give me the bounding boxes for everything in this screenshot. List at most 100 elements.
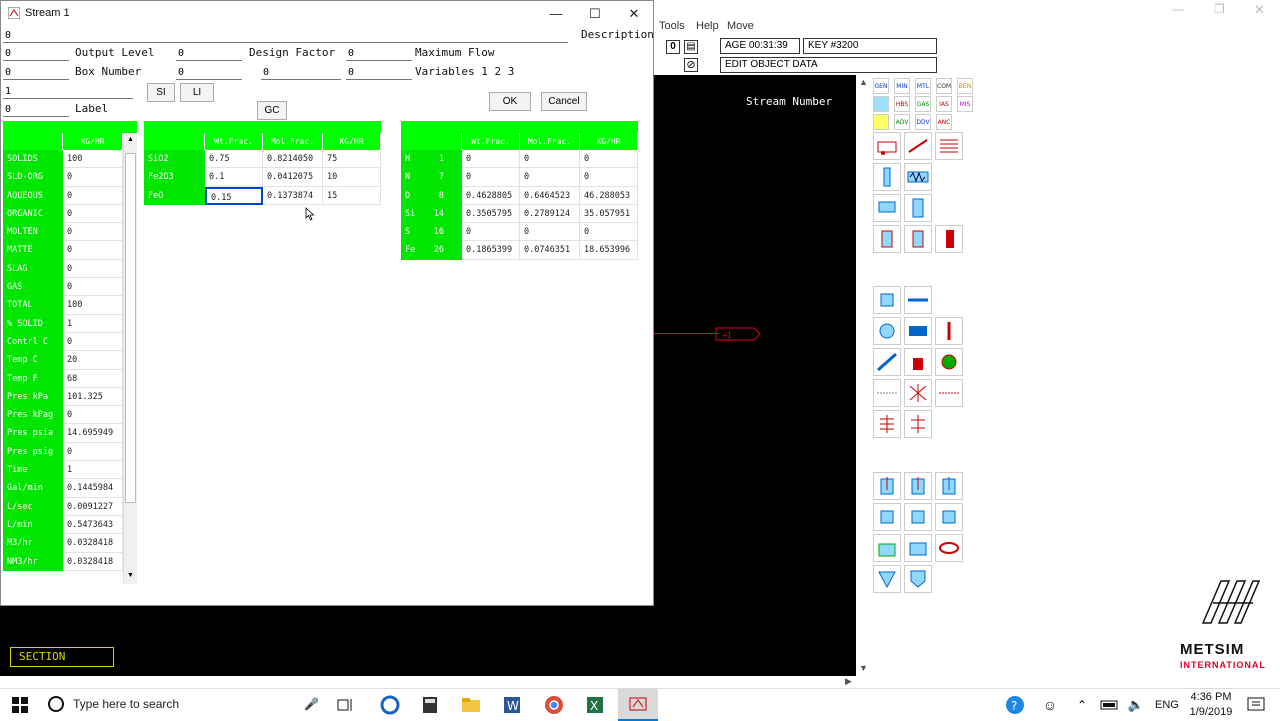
- tank-c-icon[interactable]: [935, 472, 963, 500]
- no-entry-icon[interactable]: ⊘: [684, 58, 698, 72]
- distributor-icon[interactable]: [904, 410, 932, 438]
- heat-exchanger-icon[interactable]: [904, 163, 932, 191]
- row-value[interactable]: 14.695949: [63, 424, 123, 443]
- row-value[interactable]: 100: [63, 296, 123, 315]
- manifold-icon[interactable]: [873, 410, 901, 438]
- row-value[interactable]: 0.0091227: [63, 497, 123, 516]
- metsim-taskbar-button[interactable]: [618, 689, 658, 721]
- reactor-icon[interactable]: [904, 225, 932, 253]
- stack-unit-icon[interactable]: [904, 348, 932, 376]
- row-value[interactable]: 0: [63, 259, 123, 279]
- stack-icon[interactable]: [935, 132, 963, 160]
- scroll-thumb[interactable]: [125, 153, 136, 503]
- cell-c-icon[interactable]: [935, 503, 963, 531]
- windows-start-icon[interactable]: [8, 693, 32, 717]
- stream-line[interactable]: [654, 333, 718, 334]
- tank-icon[interactable]: [873, 194, 901, 222]
- section-box[interactable]: SECTION: [10, 647, 114, 667]
- crusher-icon[interactable]: [873, 286, 901, 314]
- tower-icon[interactable]: [935, 225, 963, 253]
- belt-icon[interactable]: [904, 286, 932, 314]
- cell-b-icon[interactable]: [904, 503, 932, 531]
- help-icon[interactable]: ?: [1003, 693, 1027, 717]
- cyclone-icon[interactable]: [935, 317, 963, 345]
- mixer-icon[interactable]: [873, 225, 901, 253]
- row-value[interactable]: 0: [63, 332, 123, 352]
- menu-help[interactable]: Help: [696, 20, 719, 32]
- palette-tab[interactable]: MIN: [894, 78, 910, 94]
- stream-object-icon[interactable]: +1: [714, 327, 762, 341]
- ok-button[interactable]: OK: [489, 92, 531, 111]
- edge-icon[interactable]: [378, 693, 402, 717]
- label-field[interactable]: 0: [3, 103, 69, 117]
- field-2[interactable]: 0: [3, 66, 69, 80]
- row-value[interactable]: 101.325: [63, 387, 123, 407]
- wt-frac-cell[interactable]: 0.75: [205, 150, 263, 169]
- menu-move[interactable]: Move: [727, 20, 754, 32]
- palette-tab[interactable]: COM: [936, 78, 952, 94]
- minimize-icon[interactable]: —: [536, 1, 576, 27]
- top-field[interactable]: 0: [3, 29, 568, 43]
- row-value[interactable]: 68: [63, 369, 123, 388]
- palette-tab[interactable]: ANC: [936, 114, 952, 130]
- splitter-icon[interactable]: [873, 379, 901, 407]
- taskbar-search-box[interactable]: Type here to search 🎤: [40, 689, 324, 721]
- chrome-icon[interactable]: [542, 693, 566, 717]
- thickener-icon[interactable]: [873, 534, 901, 562]
- palette-tab[interactable]: [873, 96, 889, 112]
- app-minimize-icon[interactable]: —: [1172, 2, 1184, 16]
- cancel-button[interactable]: Cancel: [541, 92, 587, 111]
- drum-icon[interactable]: [935, 534, 963, 562]
- line-icon[interactable]: [935, 379, 963, 407]
- row-value[interactable]: 0: [63, 442, 123, 462]
- dialog-titlebar[interactable]: Stream 1 — ☐ ✕: [1, 1, 653, 27]
- design-factor-field[interactable]: 0: [346, 47, 412, 61]
- task-view-icon[interactable]: [334, 693, 358, 717]
- menu-tools[interactable]: Tools: [659, 20, 685, 32]
- palette-tab[interactable]: IAS: [936, 96, 952, 112]
- variable-1-field[interactable]: 0: [261, 66, 341, 80]
- scroll-down-icon[interactable]: ▼: [859, 663, 868, 673]
- language-indicator[interactable]: ENG: [1155, 699, 1179, 711]
- conveyor-icon[interactable]: [904, 132, 932, 160]
- box-number-field[interactable]: 0: [176, 66, 242, 80]
- row-value[interactable]: 0: [63, 223, 123, 242]
- file-explorer-icon[interactable]: [459, 693, 483, 717]
- scroll-up-icon[interactable]: ▲: [127, 136, 134, 143]
- row-value[interactable]: 0: [63, 186, 123, 205]
- notifications-icon[interactable]: [1244, 693, 1268, 717]
- row-value[interactable]: 0.5473643: [63, 515, 123, 535]
- battery-icon[interactable]: [1098, 693, 1122, 717]
- row-value[interactable]: 0: [63, 406, 123, 425]
- canvas-vscrollbar[interactable]: ▲ ▼: [856, 75, 869, 675]
- row-value[interactable]: 1: [63, 461, 123, 480]
- output-level-field[interactable]: 0: [176, 47, 242, 61]
- palette-tab[interactable]: [873, 114, 889, 130]
- row-value[interactable]: 0: [63, 168, 123, 187]
- row-value[interactable]: 0: [63, 204, 123, 224]
- screw-icon[interactable]: [873, 348, 901, 376]
- column-icon[interactable]: [873, 163, 901, 191]
- calculator-icon[interactable]: [418, 693, 442, 717]
- flotation-icon[interactable]: [935, 348, 963, 376]
- app-close-icon[interactable]: ✕: [1254, 2, 1265, 18]
- word-icon[interactable]: W: [500, 693, 524, 717]
- row-value[interactable]: 20: [63, 351, 123, 370]
- hopper-a-icon[interactable]: [873, 565, 901, 593]
- filter-icon[interactable]: [904, 534, 932, 562]
- palette-tab[interactable]: ADV: [894, 114, 910, 130]
- field-3[interactable]: 1: [3, 85, 133, 99]
- kg-hr-cell[interactable]: 10: [323, 168, 381, 187]
- palette-tab[interactable]: BEN: [957, 78, 973, 94]
- scroll-down-icon[interactable]: ▼: [127, 572, 134, 579]
- maximize-icon[interactable]: ☐: [575, 1, 615, 27]
- row-value[interactable]: 0: [63, 278, 123, 297]
- wt-frac-cell-selected[interactable]: 0.15: [205, 186, 263, 205]
- kg-hr-cell[interactable]: 75: [323, 150, 381, 169]
- row-value[interactable]: 1: [63, 314, 123, 333]
- canvas-bottom[interactable]: [0, 606, 856, 676]
- wt-frac-cell[interactable]: 0.1: [205, 168, 263, 187]
- row-value[interactable]: 0.1445984: [63, 479, 123, 498]
- field-1[interactable]: 0: [3, 47, 69, 61]
- cell-a-icon[interactable]: [873, 503, 901, 531]
